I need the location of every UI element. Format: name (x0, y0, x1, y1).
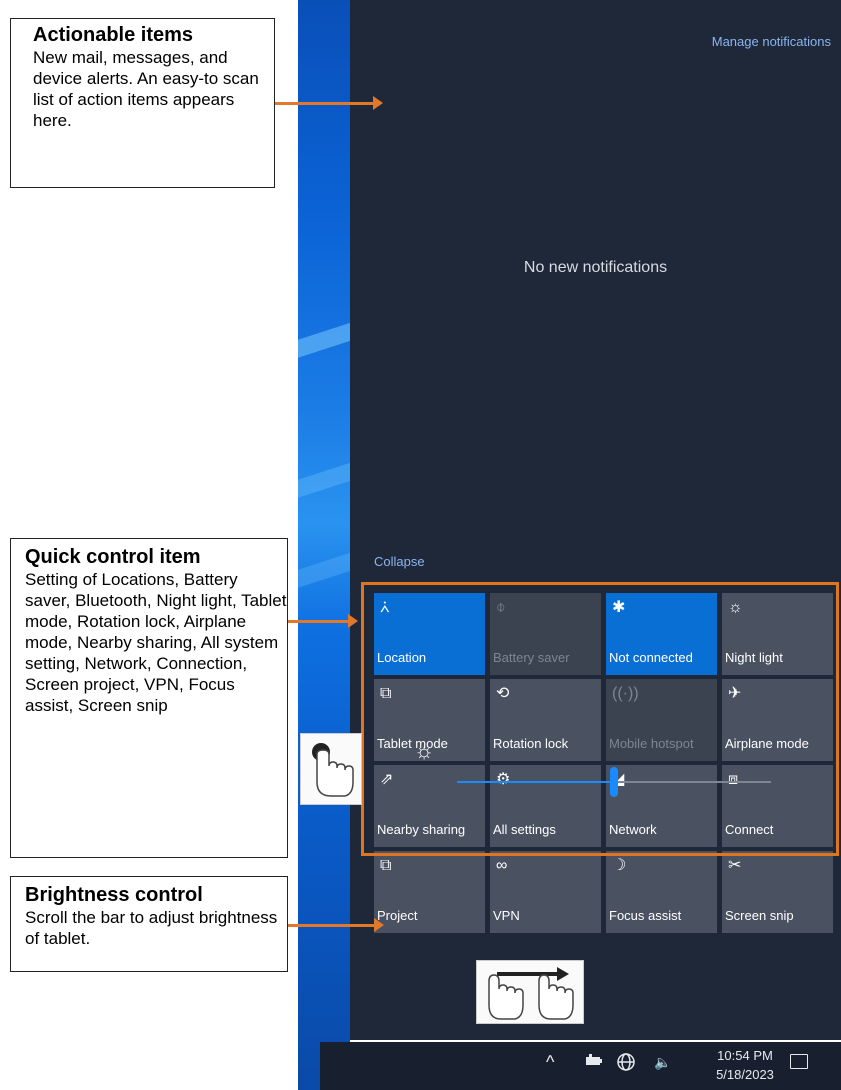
project-icon: ⧉ (380, 857, 392, 874)
globe-network-icon[interactable] (616, 1052, 636, 1077)
callout-text: Scroll the bar to adjust brightness of t… (25, 908, 278, 948)
empty-notifications-text: No new notifications (523, 259, 668, 276)
callout-arrow (288, 918, 384, 932)
quick-action-label: Focus assist (609, 908, 682, 923)
quick-actions-highlight (361, 582, 839, 856)
callout-brightness: Brightness control Scroll the bar to adj… (10, 876, 288, 972)
taskbar: ^ 🔈 10:54 PM 5/18/2023 (320, 1042, 841, 1090)
action-center-icon[interactable] (790, 1054, 808, 1069)
quick-action-tile[interactable]: ☽ Focus assist (606, 851, 717, 933)
collapse-link[interactable]: Collapse (374, 554, 425, 569)
quick-action-label: Screen snip (725, 908, 794, 923)
action-center-panel: Manage notifications No new notification… (350, 0, 841, 1040)
callout-text: New mail, messages, and device alerts. A… (33, 48, 259, 130)
quick-action-tile[interactable]: ✂ Screen snip (722, 851, 833, 933)
focus-assist-moon-icon: ☽ (612, 857, 627, 874)
callout-title: Quick control item (25, 546, 201, 568)
screen-snip-icon: ✂ (728, 857, 742, 874)
callout-text: Setting of Locations, Battery saver, Blu… (25, 570, 287, 715)
volume-icon[interactable]: 🔈 (654, 1054, 671, 1071)
quick-action-label: VPN (493, 908, 520, 923)
callout-quick-control: Quick control item Setting of Locations,… (10, 538, 288, 858)
callout-arrow (275, 96, 383, 110)
quick-action-tile[interactable]: ∞ VPN (490, 851, 601, 933)
callout-title: Actionable items (33, 24, 194, 46)
chevron-up-icon[interactable]: ^ (546, 1052, 554, 1073)
system-clock[interactable]: 10:54 PM 5/18/2023 (712, 1046, 778, 1084)
callout-actionable-items: Actionable items New mail, messages, and… (10, 18, 275, 188)
battery-icon[interactable] (585, 1054, 603, 1073)
wallpaper-light-beam (298, 320, 350, 358)
callout-arrow (288, 614, 358, 628)
quick-action-tile[interactable]: ⧉ Project (374, 851, 485, 933)
swipe-hands-icon (476, 960, 584, 1024)
manage-notifications-link[interactable]: Manage notifications (712, 34, 831, 49)
wallpaper-light-beam (298, 550, 350, 588)
clock-date: 5/18/2023 (716, 1067, 774, 1082)
callout-title: Brightness control (25, 884, 203, 906)
wallpaper-light-beam (298, 460, 350, 498)
vpn-icon: ∞ (496, 857, 508, 874)
tap-hand-icon (300, 733, 362, 805)
clock-time: 10:54 PM (717, 1048, 773, 1063)
